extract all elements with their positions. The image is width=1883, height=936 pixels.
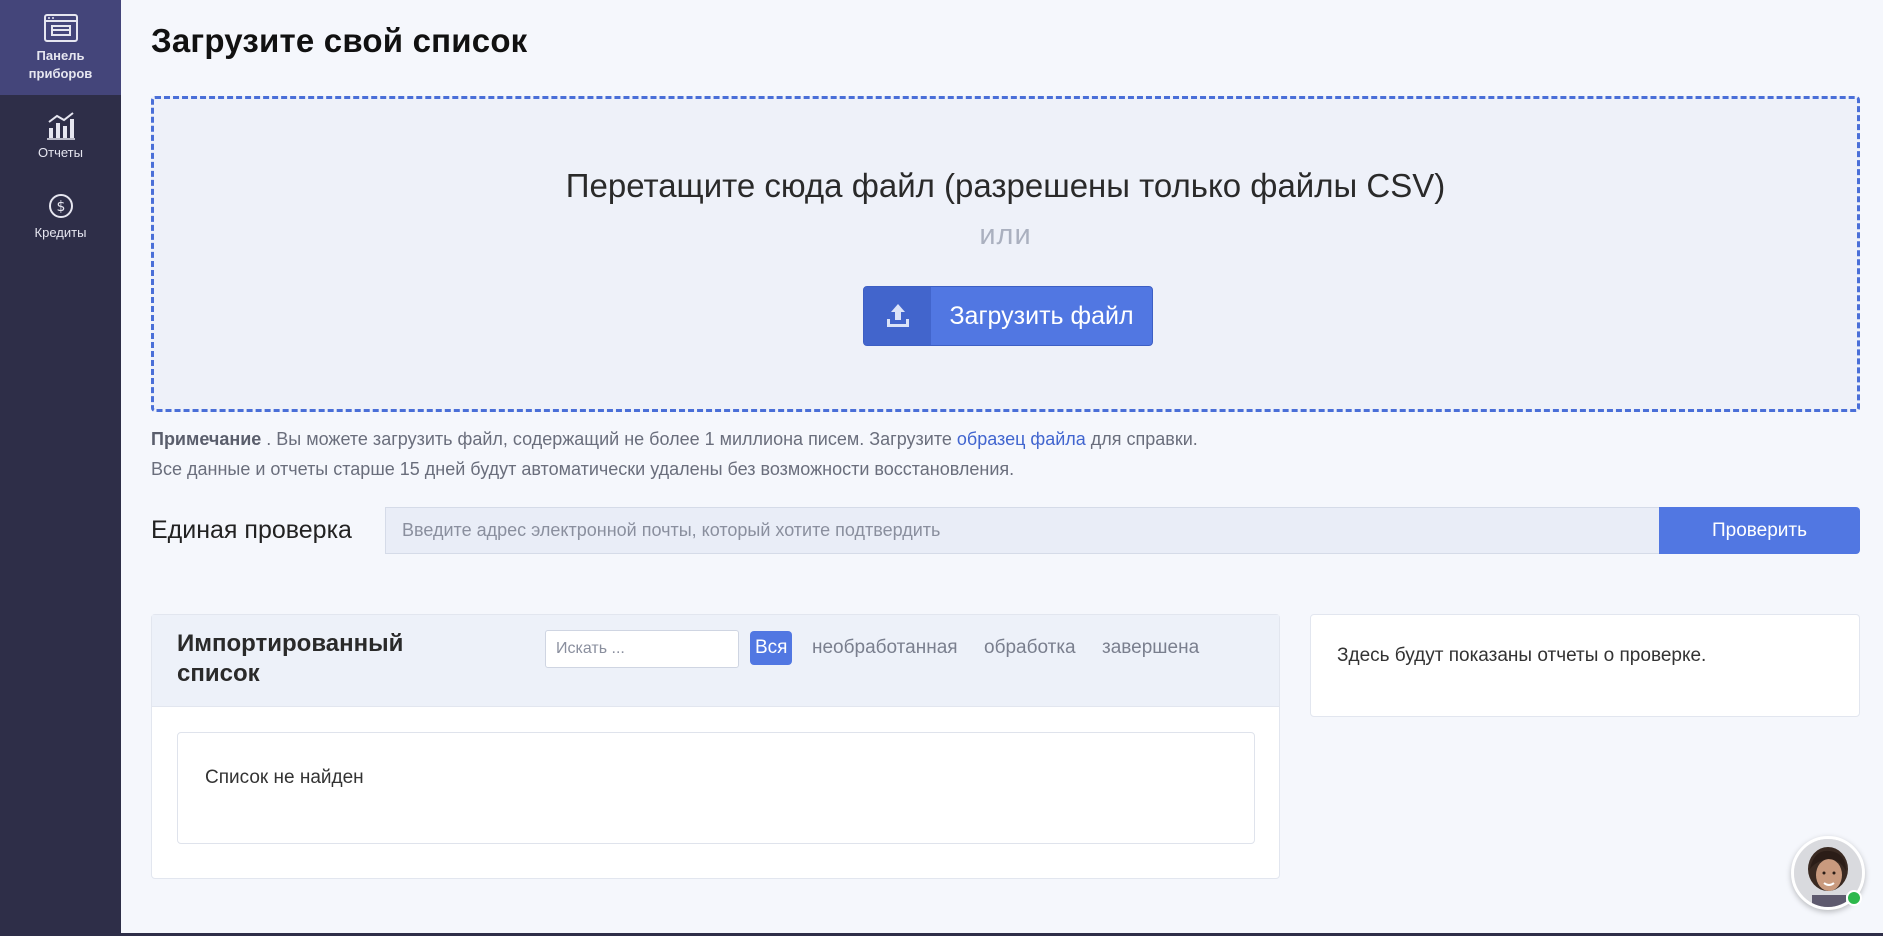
sidebar-item-reports[interactable]: Отчеты (0, 95, 121, 175)
sidebar-item-credits[interactable]: $ Кредиты (0, 175, 121, 255)
upload-icon (864, 287, 931, 345)
filter-all[interactable]: Вся (750, 631, 793, 665)
sidebar-item-label: Кредиты (34, 224, 87, 240)
page-title: Загрузите свой список (151, 22, 528, 59)
list-search-input[interactable] (545, 630, 739, 668)
report-panel: Здесь будут показаны отчеты о проверке. (1310, 614, 1860, 717)
upload-note: Примечание . Вы можете загрузить файл, с… (151, 424, 1198, 484)
svg-text:$: $ (56, 199, 65, 215)
file-dropzone[interactable]: Перетащите сюда файл (разрешены только ф… (151, 96, 1860, 412)
imported-list-panel: Импортированный список Вся необработанна… (151, 614, 1280, 879)
bar-chart-icon (44, 111, 78, 141)
email-input[interactable] (385, 507, 1660, 554)
sample-file-link[interactable]: образец файла (957, 429, 1086, 449)
sidebar-item-label: Отчеты (38, 144, 83, 160)
note-text-2: для справки. (1085, 429, 1198, 449)
note-retention: Все данные и отчеты старше 15 дней будут… (151, 459, 1015, 479)
dashboard-icon (43, 13, 78, 43)
list-empty-message: Список не найден (205, 767, 364, 788)
sidebar: Панель приборов Отчеты $ Кредиты (0, 0, 121, 936)
imported-list-body: Список не найден (177, 732, 1255, 844)
upload-file-button[interactable]: Загрузить файл (863, 286, 1153, 346)
dropzone-text: Перетащите сюда файл (разрешены только ф… (565, 167, 1446, 204)
filter-processing[interactable]: обработка (984, 631, 1076, 665)
check-button[interactable]: Проверить (1659, 507, 1860, 554)
report-placeholder-text: Здесь будут показаны отчеты о проверке. (1337, 645, 1707, 666)
note-text-1: . Вы можете загрузить файл, содержащий н… (261, 429, 957, 449)
imported-list-header: Импортированный список Вся необработанна… (152, 615, 1279, 707)
filter-unprocessed[interactable]: необработанная (812, 631, 958, 665)
upload-file-label: Загрузить файл (949, 301, 1134, 330)
note-bold: Примечание (151, 429, 262, 449)
imported-list-title: Импортированный список (177, 630, 404, 687)
dollar-circle-icon: $ (44, 191, 78, 221)
filter-completed[interactable]: завершена (1102, 631, 1199, 665)
dropzone-or: или (979, 219, 1032, 251)
sidebar-item-label: Панель приборов (28, 47, 93, 81)
single-check-label: Единая проверка (151, 516, 352, 544)
online-status-dot (1846, 890, 1862, 906)
sidebar-item-dashboard[interactable]: Панель приборов (0, 0, 121, 95)
